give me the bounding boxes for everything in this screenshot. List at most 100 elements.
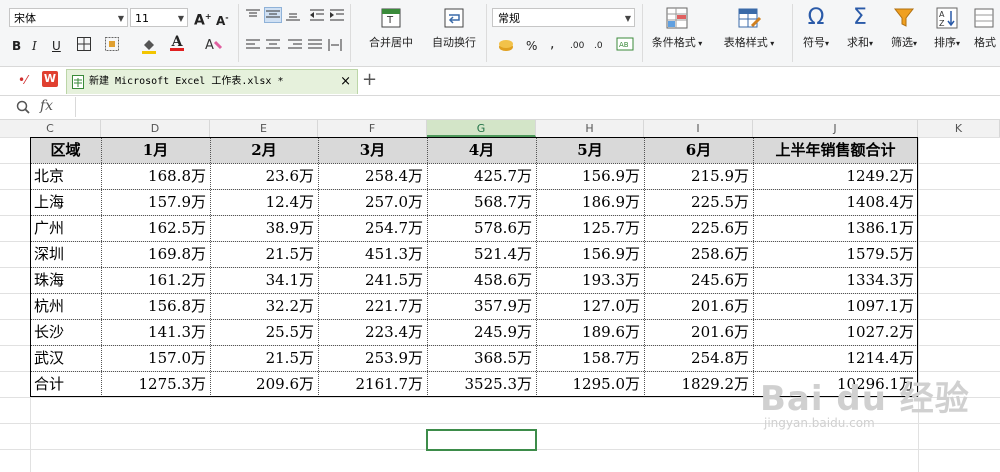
active-cell[interactable] <box>426 429 537 451</box>
table-cell[interactable]: 193.3万 <box>536 267 644 293</box>
indent-decrease-icon[interactable] <box>310 9 324 25</box>
merge-border-icon[interactable] <box>104 36 120 56</box>
decrease-decimal-icon[interactable]: .0 <box>594 38 603 54</box>
font-size-select[interactable]: 11 ▼ <box>130 8 188 27</box>
table-cell[interactable]: 2161.7万 <box>318 371 427 397</box>
table-cell[interactable]: 168.8万 <box>101 163 210 189</box>
formula-input[interactable] <box>75 97 1000 117</box>
column-header-f[interactable]: F <box>318 120 427 137</box>
table-cell[interactable]: 161.2万 <box>101 267 210 293</box>
font-color-icon[interactable]: A <box>170 34 184 51</box>
align-bottom-icon[interactable] <box>286 9 300 25</box>
justify-icon[interactable] <box>308 39 322 55</box>
underline-icon[interactable]: U <box>52 38 61 54</box>
column-header-h[interactable]: H <box>536 120 644 137</box>
table-cell[interactable]: 201.6万 <box>644 293 753 319</box>
table-cell[interactable]: 1408.4万 <box>753 189 918 215</box>
function-icon[interactable]: fx <box>40 98 53 114</box>
bold-icon[interactable]: B <box>12 38 21 54</box>
table-header-cell[interactable]: 6月 <box>644 137 753 163</box>
increase-font-icon[interactable]: A+ <box>194 9 212 29</box>
table-cell[interactable]: 158.7万 <box>536 345 644 371</box>
table-cell[interactable]: 209.6万 <box>210 371 318 397</box>
table-cell[interactable]: 568.7万 <box>427 189 536 215</box>
currency-icon[interactable] <box>498 37 518 57</box>
table-cell[interactable]: 245.6万 <box>644 267 753 293</box>
indent-increase-icon[interactable] <box>330 9 344 25</box>
table-cell[interactable]: 357.9万 <box>427 293 536 319</box>
table-cell[interactable]: 141.3万 <box>101 319 210 345</box>
pin-icon[interactable]: •⁄ <box>18 73 27 87</box>
table-cell[interactable]: 458.6万 <box>427 267 536 293</box>
table-cell[interactable]: 21.5万 <box>210 345 318 371</box>
table-header-cell[interactable]: 区域 <box>30 137 101 163</box>
table-cell[interactable]: 157.0万 <box>101 345 210 371</box>
column-header-j[interactable]: J <box>753 120 918 137</box>
table-cell[interactable]: 1386.1万 <box>753 215 918 241</box>
table-cell[interactable]: 1275.3万 <box>101 371 210 397</box>
table-cell[interactable]: 221.7万 <box>318 293 427 319</box>
table-cell[interactable]: 1097.1万 <box>753 293 918 319</box>
align-center-icon[interactable] <box>266 39 280 55</box>
table-cell[interactable]: 1334.3万 <box>753 267 918 293</box>
sort-button[interactable]: AZ 排序▾ <box>928 6 966 50</box>
table-cell[interactable]: 521.4万 <box>427 241 536 267</box>
table-cell[interactable]: 广州 <box>30 215 101 241</box>
wrap-text-button[interactable]: 自动换行 <box>426 6 482 50</box>
table-header-cell[interactable]: 5月 <box>536 137 644 163</box>
table-cell[interactable]: 珠海 <box>30 267 101 293</box>
table-style-button[interactable]: 表格样式 ▾ <box>716 6 782 50</box>
table-cell[interactable]: 21.5万 <box>210 241 318 267</box>
table-cell[interactable]: 225.6万 <box>644 215 753 241</box>
merge-center-button[interactable]: T 合并居中 <box>358 6 424 50</box>
table-cell[interactable]: 1214.4万 <box>753 345 918 371</box>
table-cell[interactable]: 1249.2万 <box>753 163 918 189</box>
italic-icon[interactable]: I <box>32 38 37 54</box>
table-cell[interactable]: 合计 <box>30 371 101 397</box>
table-cell[interactable]: 127.0万 <box>536 293 644 319</box>
table-cell[interactable]: 451.3万 <box>318 241 427 267</box>
new-tab-icon[interactable]: + <box>362 69 377 90</box>
table-cell[interactable]: 156.9万 <box>536 241 644 267</box>
format-button[interactable]: 格式 <box>968 6 1000 50</box>
table-cell[interactable]: 245.9万 <box>427 319 536 345</box>
table-cell[interactable]: 189.6万 <box>536 319 644 345</box>
table-cell[interactable]: 156.9万 <box>536 163 644 189</box>
table-cell[interactable]: 258.6万 <box>644 241 753 267</box>
distribute-icon[interactable] <box>328 39 342 55</box>
table-cell[interactable]: 215.9万 <box>644 163 753 189</box>
align-right-icon[interactable] <box>288 39 302 55</box>
table-cell[interactable]: 257.0万 <box>318 189 427 215</box>
table-cell[interactable]: 深圳 <box>30 241 101 267</box>
column-header-c[interactable]: C <box>0 120 101 137</box>
column-header-e[interactable]: E <box>210 120 318 137</box>
cell-style-icon[interactable]: AB <box>616 37 634 55</box>
table-cell[interactable]: 34.1万 <box>210 267 318 293</box>
table-header-cell[interactable]: 3月 <box>318 137 427 163</box>
table-cell[interactable]: 长沙 <box>30 319 101 345</box>
sum-button[interactable]: Σ 求和▾ <box>840 6 880 50</box>
table-cell[interactable]: 38.9万 <box>210 215 318 241</box>
table-header-cell[interactable]: 2月 <box>210 137 318 163</box>
column-header-k[interactable]: K <box>918 120 1000 137</box>
column-header-d[interactable]: D <box>101 120 210 137</box>
close-tab-icon[interactable]: × <box>340 70 351 94</box>
table-cell[interactable]: 254.8万 <box>644 345 753 371</box>
document-tab[interactable]: 新建 Microsoft Excel 工作表.xlsx * × <box>66 69 358 94</box>
align-top-icon[interactable] <box>246 9 260 25</box>
align-middle-icon[interactable] <box>264 7 282 23</box>
table-header-cell[interactable]: 4月 <box>427 137 536 163</box>
table-cell[interactable]: 12.4万 <box>210 189 318 215</box>
align-left-icon[interactable] <box>246 39 260 55</box>
table-cell[interactable]: 125.7万 <box>536 215 644 241</box>
table-cell[interactable]: 1295.0万 <box>536 371 644 397</box>
table-cell[interactable]: 武汉 <box>30 345 101 371</box>
font-name-select[interactable]: 宋体 ▼ <box>9 8 128 27</box>
table-cell[interactable]: 23.6万 <box>210 163 318 189</box>
table-cell[interactable]: 157.9万 <box>101 189 210 215</box>
filter-button[interactable]: 筛选▾ <box>884 6 924 50</box>
table-cell[interactable]: 254.7万 <box>318 215 427 241</box>
table-cell[interactable]: 3525.3万 <box>427 371 536 397</box>
table-cell[interactable]: 241.5万 <box>318 267 427 293</box>
column-header-g[interactable]: G <box>427 120 536 137</box>
